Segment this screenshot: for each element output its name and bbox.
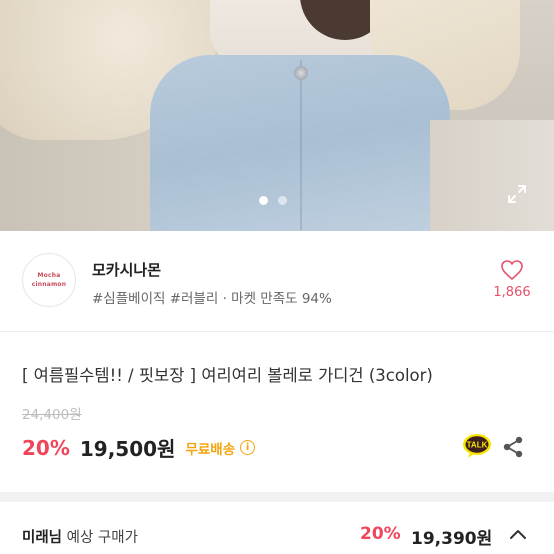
- kakao-talk-icon[interactable]: TALK: [462, 433, 492, 459]
- expected-price-label: 미래님 예상 구매가: [22, 526, 138, 547]
- section-divider: [0, 331, 554, 332]
- shop-logo-text-1: Mocha: [37, 272, 61, 279]
- image-jeans-button: [294, 66, 308, 80]
- expand-icon[interactable]: [506, 183, 528, 205]
- carousel-indicator: [259, 196, 287, 205]
- carousel-dot-1[interactable]: [259, 196, 268, 205]
- info-icon[interactable]: i: [240, 440, 256, 455]
- image-jeans-seam: [300, 60, 302, 230]
- buyer-name: 미래님: [22, 530, 63, 546]
- expected-price-row[interactable]: 미래님 예상 구매가 20% 19,390원: [0, 518, 554, 554]
- shop-row[interactable]: Mocha cinnamon 모카시나몬 #심플베이직 #러블리 · 마켓 만족…: [0, 245, 554, 315]
- heart-icon[interactable]: [500, 259, 524, 281]
- shop-tags: #심플베이직 #러블리 · 마켓 만족도 94%: [92, 291, 332, 307]
- product-image[interactable]: [0, 0, 554, 231]
- original-price: 24,400원: [22, 407, 82, 423]
- shop-logo[interactable]: Mocha cinnamon: [22, 253, 76, 307]
- chevron-up-icon[interactable]: [509, 528, 527, 540]
- like-count: 1,866: [493, 285, 531, 300]
- sale-price: 19,500원: [79, 437, 176, 461]
- expected-discount-rate: 20%: [360, 524, 401, 544]
- free-shipping-label: 무료배송: [185, 441, 236, 458]
- price-row: 20% 19,500원 무료배송 i: [22, 433, 256, 462]
- kakao-talk-label: TALK: [467, 441, 488, 450]
- expected-price-text: 예상 구매가: [66, 530, 138, 546]
- like-button[interactable]: 1,866: [488, 259, 536, 300]
- expected-price: 19,390원: [411, 529, 493, 549]
- section-separator: [0, 492, 554, 502]
- share-icon[interactable]: [503, 436, 523, 458]
- shop-name[interactable]: 모카시나몬: [92, 259, 161, 280]
- discount-rate: 20%: [22, 435, 70, 460]
- shop-logo-text-2: cinnamon: [31, 281, 67, 288]
- carousel-dot-2[interactable]: [278, 196, 287, 205]
- product-title: [ 여름필수템!! / 핏보장 ] 여리여리 볼레로 가디건 (3color): [22, 366, 433, 385]
- image-background-right: [430, 120, 554, 231]
